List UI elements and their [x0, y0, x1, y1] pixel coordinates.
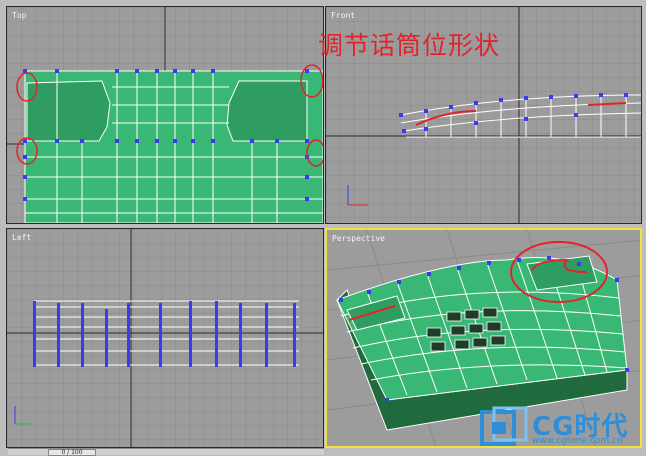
time-slider[interactable]: 0 / 100 [8, 448, 324, 456]
viewport-top[interactable]: Top [6, 6, 324, 224]
top-view-grid-and-mesh [7, 7, 323, 223]
cg-logo-mark-icon [480, 406, 528, 446]
brand-logo: CG时代 www.cgtime.com.cn [480, 404, 642, 452]
annotation-text: 调节话筒位形状 [318, 31, 501, 60]
logo-url: www.cgtime.com.cn [532, 436, 623, 446]
viewport-label-front[interactable]: Front [331, 11, 355, 20]
top-recess-right [226, 80, 308, 142]
viewport-left[interactable]: Left [6, 228, 324, 448]
viewport-label-perspective[interactable]: Perspective [332, 234, 385, 243]
viewport-label-top[interactable]: Top [12, 11, 26, 20]
left-view-grid-and-mesh [7, 229, 323, 447]
viewport-label-left[interactable]: Left [12, 233, 31, 242]
top-recess-left [26, 80, 111, 142]
